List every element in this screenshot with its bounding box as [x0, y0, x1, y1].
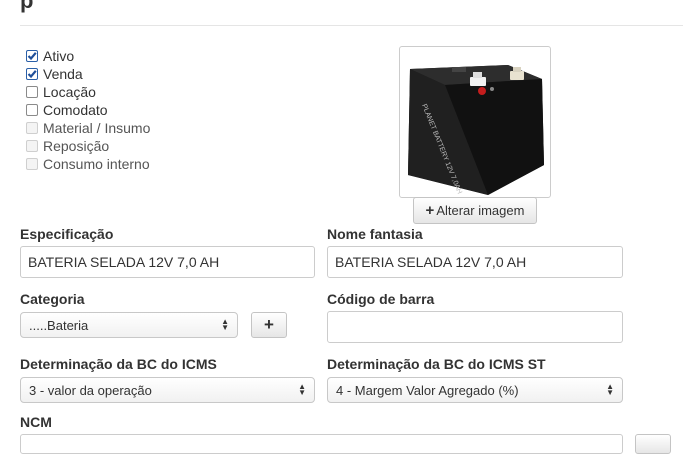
checkbox-unchecked-icon[interactable]: [26, 158, 38, 170]
nome-fantasia-value: BATERIA SELADA 12V 7,0 AH: [335, 254, 527, 270]
checkbox-locacao[interactable]: Locação: [26, 83, 150, 101]
nome-fantasia-input[interactable]: BATERIA SELADA 12V 7,0 AH: [327, 246, 623, 278]
checkbox-unchecked-icon[interactable]: [26, 122, 38, 134]
codigo-barra-label: Código de barra: [327, 291, 435, 307]
select-arrows-icon: ▲ ▼: [606, 382, 614, 397]
checkbox-group: Ativo Venda Locação Comodato Material / …: [26, 47, 150, 173]
checkbox-unchecked-icon[interactable]: [26, 86, 38, 98]
change-image-button[interactable]: + Alterar imagem: [413, 197, 537, 224]
product-image-frame: PLANET BATTERY 12V 7,0AH: [399, 46, 551, 198]
checkbox-venda[interactable]: Venda: [26, 65, 150, 83]
checkbox-label: Venda: [43, 66, 83, 82]
ncm-button[interactable]: [635, 434, 671, 454]
bc-icms-st-value: 4 - Margem Valor Agregado (%): [336, 382, 519, 398]
categoria-select[interactable]: .....Bateria ▲ ▼: [20, 312, 238, 338]
bc-icms-label: Determinação da BC do ICMS: [20, 356, 217, 372]
page-title: p: [20, 0, 35, 13]
checkbox-label: Material / Insumo: [43, 120, 151, 136]
checkbox-reposicao[interactable]: Reposição: [26, 137, 150, 155]
checkbox-label: Comodato: [43, 102, 108, 118]
bc-icms-select[interactable]: 3 - valor da operação ▲ ▼: [20, 377, 315, 403]
checkbox-checked-icon[interactable]: [26, 50, 38, 62]
select-arrows-icon: ▲ ▼: [298, 382, 306, 397]
checkbox-label: Locação: [43, 84, 96, 100]
checkbox-unchecked-icon[interactable]: [26, 140, 38, 152]
checkbox-ativo[interactable]: Ativo: [26, 47, 150, 65]
checkbox-checked-icon[interactable]: [26, 68, 38, 80]
categoria-value: .....Bateria: [29, 317, 89, 333]
bc-icms-st-select[interactable]: 4 - Margem Valor Agregado (%) ▲ ▼: [327, 377, 623, 403]
bc-icms-value: 3 - valor da operação: [29, 382, 152, 398]
checkbox-comodato[interactable]: Comodato: [26, 101, 150, 119]
add-category-button[interactable]: +: [251, 312, 287, 338]
select-arrows-icon: ▲ ▼: [221, 317, 229, 332]
especificacao-label: Especificação: [20, 226, 114, 242]
battery-image: PLANET BATTERY 12V 7,0AH: [408, 65, 544, 195]
checkbox-material-insumo[interactable]: Material / Insumo: [26, 119, 150, 137]
divider: [20, 25, 683, 26]
ncm-label: NCM: [20, 414, 52, 430]
codigo-barra-input[interactable]: [327, 311, 623, 343]
checkbox-label: Consumo interno: [43, 156, 150, 172]
checkbox-unchecked-icon[interactable]: [26, 104, 38, 116]
ncm-input[interactable]: [20, 434, 623, 454]
checkbox-consumo-interno[interactable]: Consumo interno: [26, 155, 150, 173]
categoria-label: Categoria: [20, 291, 85, 307]
bc-icms-st-label: Determinação da BC do ICMS ST: [327, 356, 546, 372]
nome-fantasia-label: Nome fantasia: [327, 226, 423, 242]
checkbox-label: Ativo: [43, 48, 75, 64]
plus-icon: +: [264, 315, 274, 334]
especificacao-value: BATERIA SELADA 12V 7,0 AH: [28, 254, 220, 270]
especificacao-input[interactable]: BATERIA SELADA 12V 7,0 AH: [20, 246, 315, 278]
plus-icon: +: [425, 202, 435, 219]
checkbox-label: Reposição: [43, 138, 110, 154]
change-image-label: Alterar imagem: [436, 203, 525, 218]
